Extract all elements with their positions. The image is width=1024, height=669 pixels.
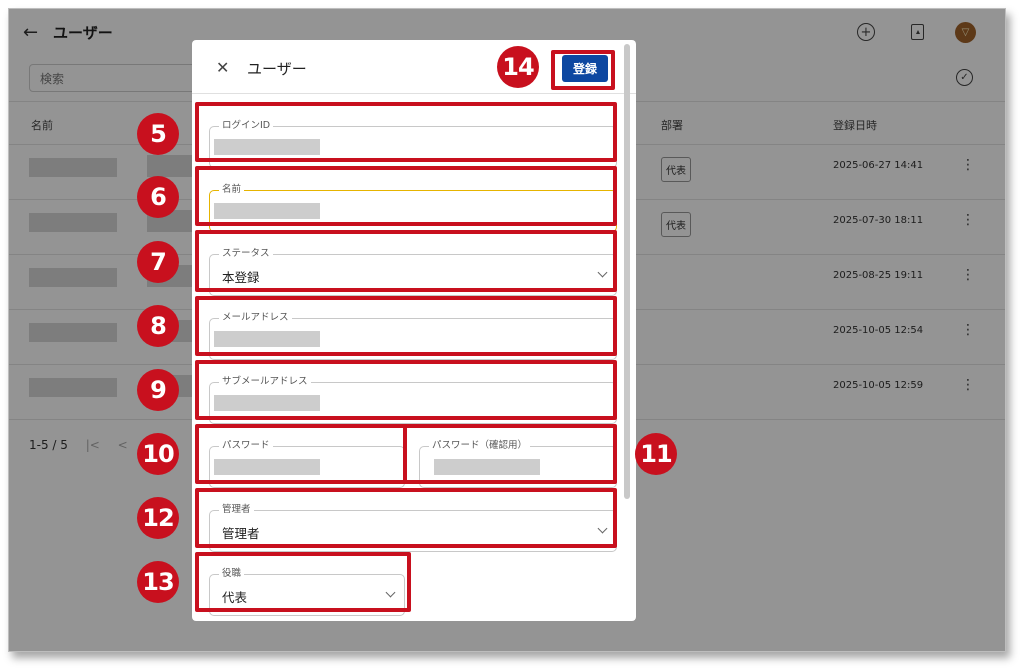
annotation-badge-6: 6 [137,176,179,218]
annotation-badge-14: 14 [497,46,539,88]
annotation-box-13 [195,552,411,612]
annotation-badge-13: 13 [137,561,179,603]
annotation-box-14 [551,50,615,90]
annotation-box-11 [403,424,617,484]
annotation-box-12 [195,488,617,548]
annotation-box-7 [195,230,617,292]
close-icon[interactable]: ✕ [216,58,229,77]
annotation-box-10 [195,424,407,484]
annotation-badge-11: 11 [635,433,677,475]
annotation-box-9 [195,360,617,420]
annotation-badge-12: 12 [137,497,179,539]
annotation-badge-8: 8 [137,305,179,347]
annotation-badge-7: 7 [137,241,179,283]
annotation-badge-10: 10 [137,433,179,475]
annotation-badge-9: 9 [137,369,179,411]
annotation-box-5 [195,102,617,162]
annotation-box-8 [195,296,617,356]
dialog-title: ユーザー [247,60,307,78]
scrollbar[interactable] [624,44,630,499]
annotation-badge-5: 5 [137,113,179,155]
annotation-box-6 [195,166,617,226]
